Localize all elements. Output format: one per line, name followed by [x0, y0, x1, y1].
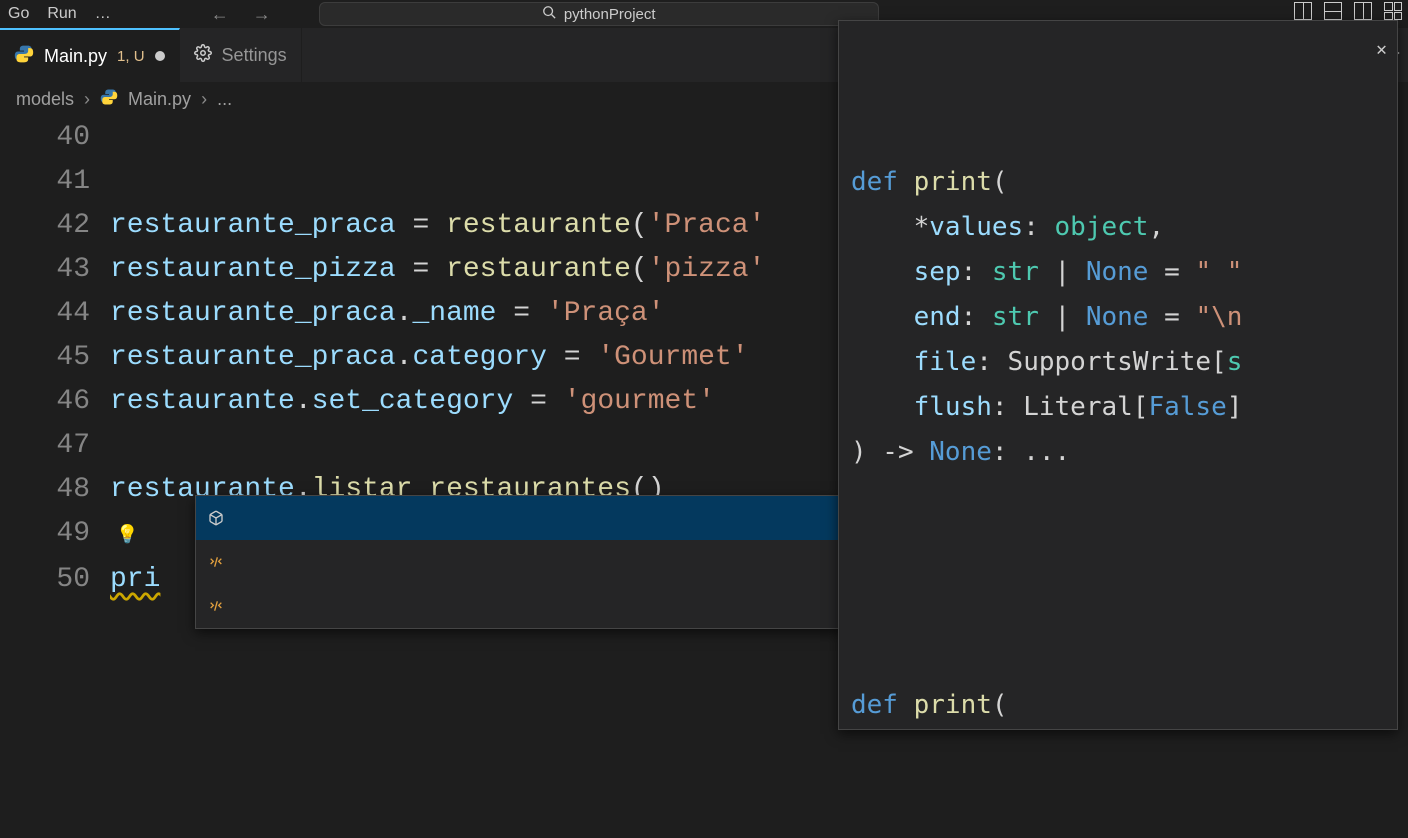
snippet-icon [206, 552, 226, 572]
menu-go[interactable]: Go [8, 5, 29, 23]
python-file-icon [14, 44, 34, 69]
line-number: 48 [0, 468, 110, 512]
autocomplete-dropdown [195, 495, 845, 629]
autocomplete-item[interactable] [196, 584, 844, 628]
line-number: 43 [0, 248, 110, 292]
tab-name: Settings [222, 45, 287, 66]
breadcrumb-file[interactable]: Main.py [128, 89, 191, 110]
code-content[interactable]: 💡 [110, 512, 138, 558]
chevron-right-icon: › [84, 89, 90, 110]
code-content[interactable]: restaurante.set_category = 'gourmet' [110, 380, 715, 424]
line-number: 41 [0, 160, 110, 204]
code-content[interactable]: restaurante_praca = restaurante('Praca' [110, 204, 765, 248]
breadcrumb-folder[interactable]: models [16, 89, 74, 110]
code-content[interactable]: pri [110, 558, 160, 602]
line-number: 45 [0, 336, 110, 380]
chevron-right-icon: › [201, 89, 207, 110]
snippet-icon [206, 596, 226, 616]
menu-run[interactable]: Run [47, 5, 76, 23]
line-number: 49 [0, 512, 110, 558]
command-center-search[interactable]: pythonProject [319, 2, 879, 26]
tab-settings[interactable]: Settings [180, 28, 302, 82]
customize-layout-icon[interactable] [1384, 2, 1402, 20]
python-file-icon [100, 88, 118, 111]
tab-git-status: 1, U [117, 48, 145, 65]
gear-icon [194, 44, 212, 67]
signature-overload-1: def print( *values: object, sep: str | N… [851, 160, 1385, 475]
menu-more-icon[interactable]: … [95, 5, 113, 23]
nav-forward-icon[interactable]: → [253, 4, 271, 25]
code-content[interactable]: restaurante_praca.category = 'Gourmet' [110, 336, 749, 380]
search-placeholder: pythonProject [564, 6, 656, 23]
cube-icon [206, 508, 226, 528]
line-number: 42 [0, 204, 110, 248]
line-number: 50 [0, 558, 110, 602]
search-icon [542, 5, 556, 23]
autocomplete-item[interactable] [196, 540, 844, 584]
tab-main-py[interactable]: Main.py 1, U [0, 28, 180, 82]
signature-help-popup: ✕ def print( *values: object, sep: str |… [838, 20, 1398, 730]
toggle-secondary-sidebar-icon[interactable] [1354, 2, 1372, 20]
close-icon[interactable]: ✕ [1376, 27, 1387, 72]
dirty-indicator-icon [155, 51, 165, 61]
line-number: 44 [0, 292, 110, 336]
toggle-primary-sidebar-icon[interactable] [1294, 2, 1312, 20]
line-number: 47 [0, 424, 110, 468]
signature-overload-2: def print( *values: object, sep: str | N… [851, 683, 1385, 730]
line-number: 40 [0, 116, 110, 160]
code-content[interactable]: restaurante_pizza = restaurante('pizza' [110, 248, 765, 292]
layout-icons [1294, 2, 1402, 20]
tab-name: Main.py [44, 46, 107, 67]
code-content[interactable]: restaurante_praca._name = 'Praça' [110, 292, 665, 336]
autocomplete-item[interactable] [196, 496, 844, 540]
nav-arrows: ← → [211, 4, 271, 25]
toggle-panel-icon[interactable] [1324, 2, 1342, 20]
lightbulb-icon[interactable]: 💡 [116, 526, 138, 546]
line-number: 46 [0, 380, 110, 424]
breadcrumb-symbol[interactable]: ... [217, 89, 232, 110]
nav-back-icon[interactable]: ← [211, 4, 229, 25]
